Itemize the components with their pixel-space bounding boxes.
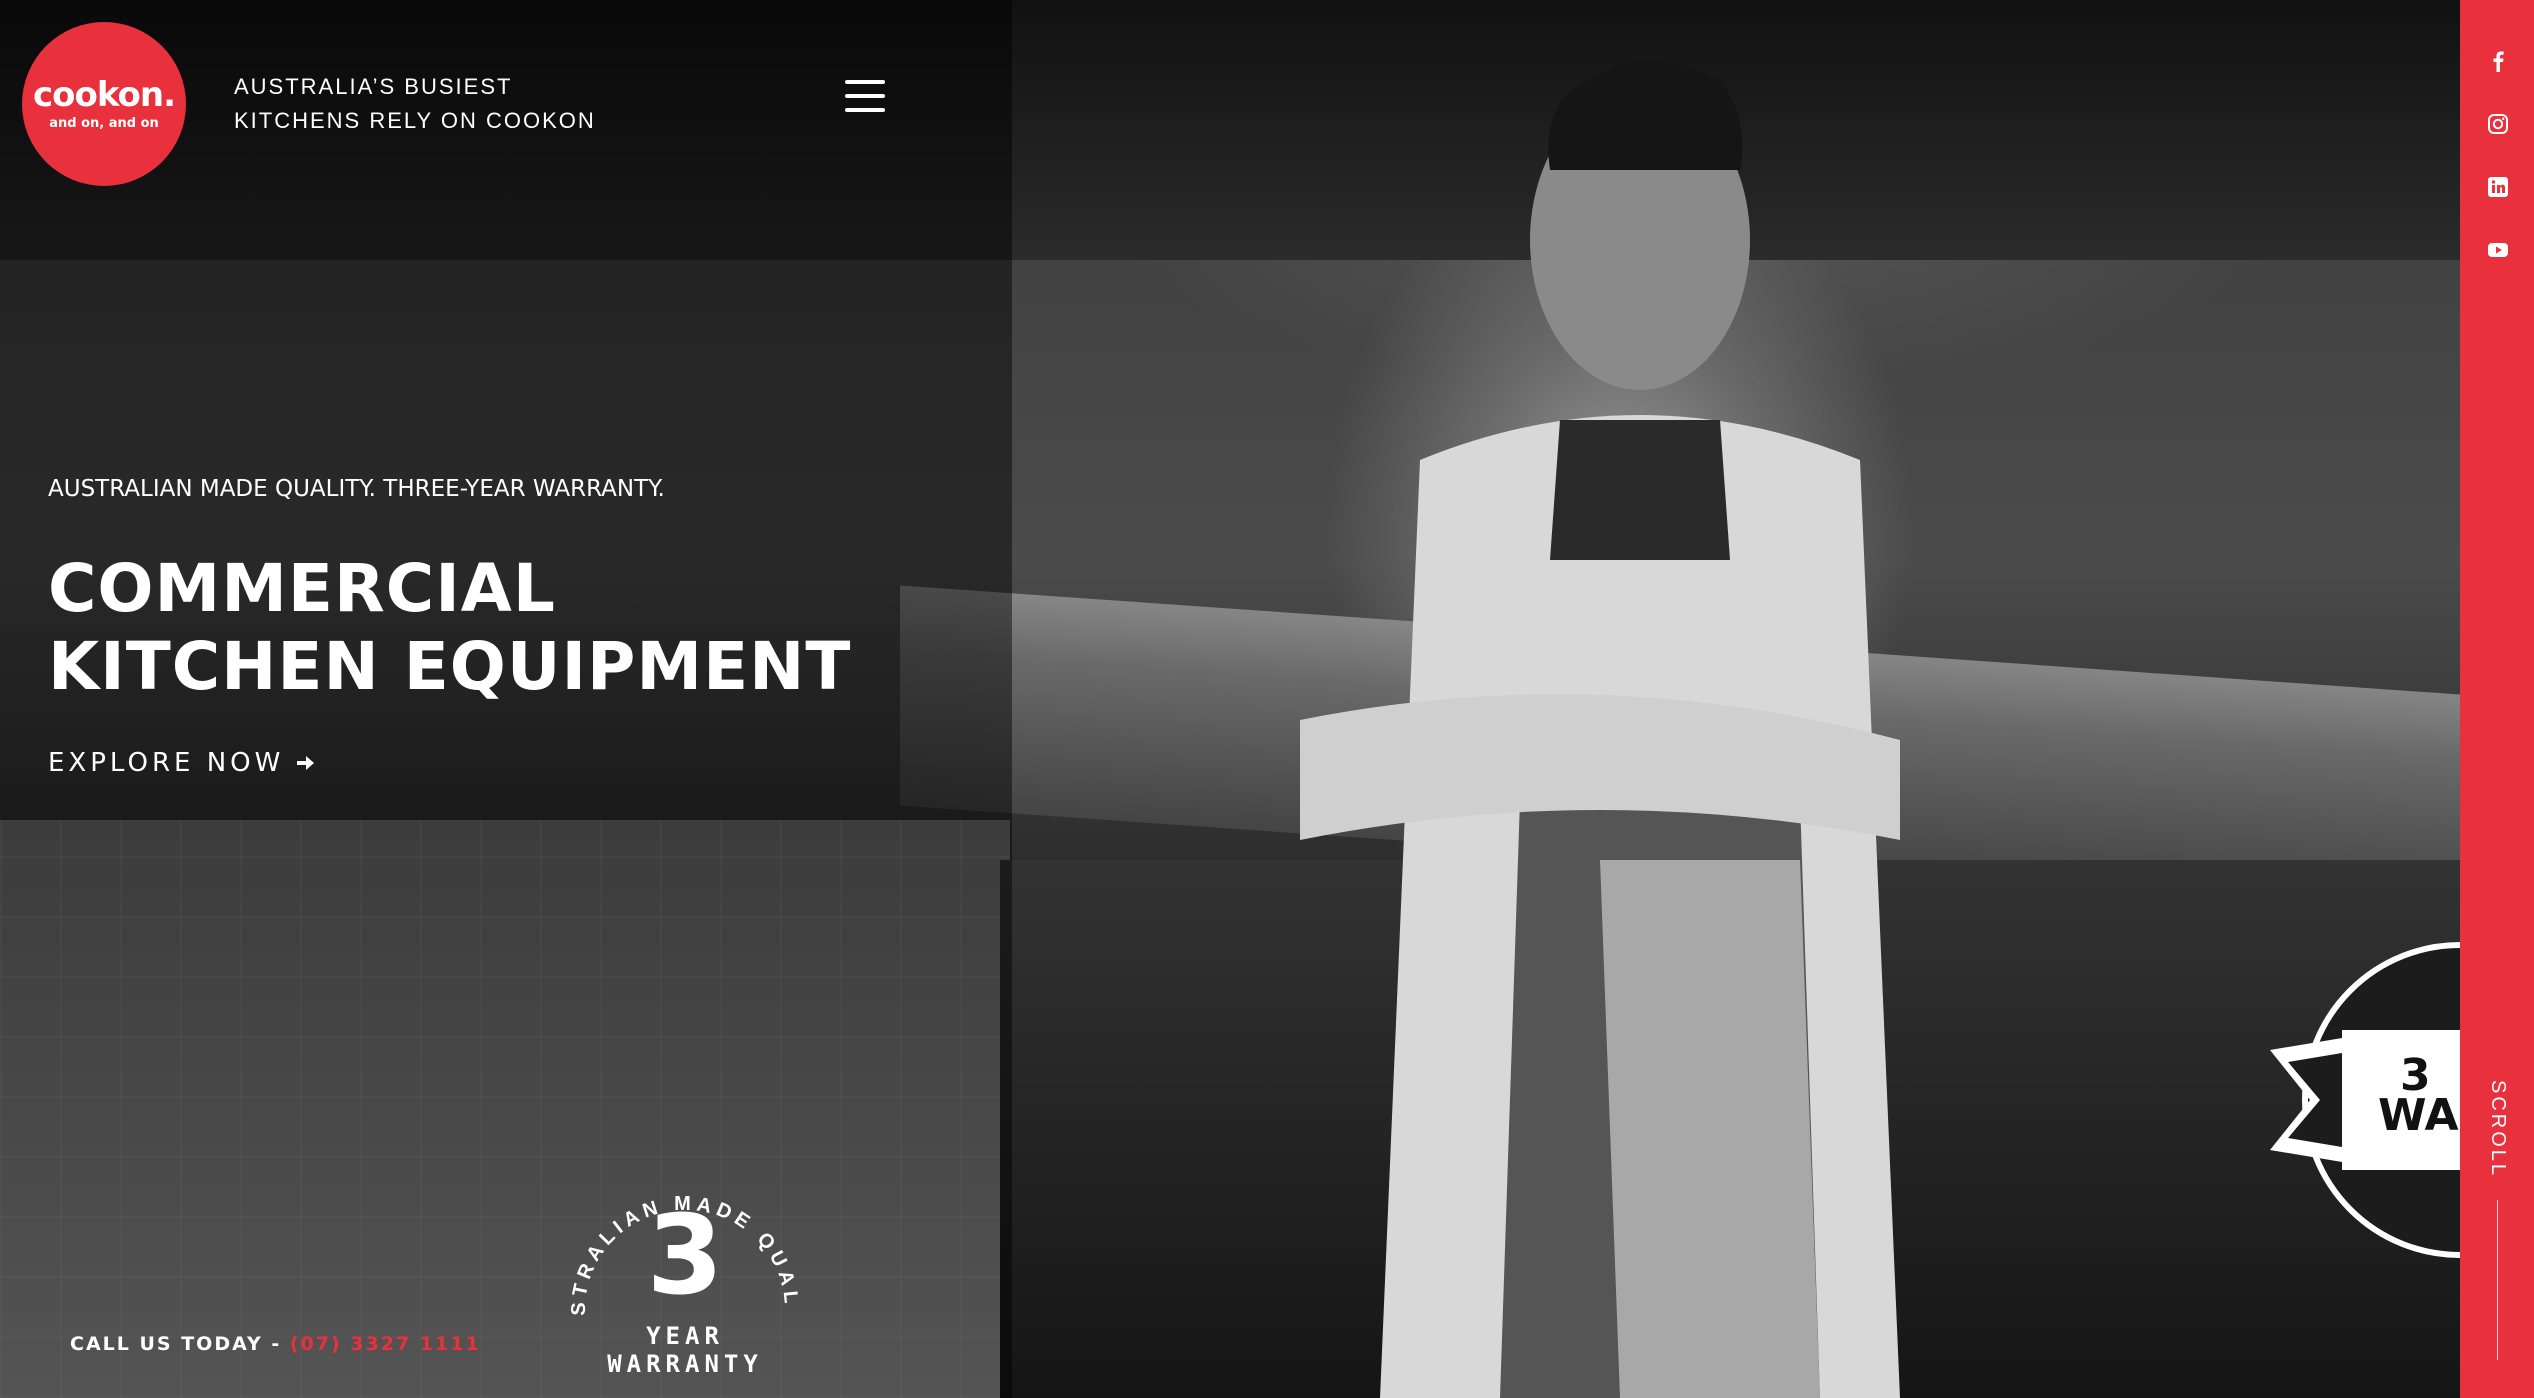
menu-button[interactable] [845,80,885,116]
header-tagline: AUSTRALIA’S BUSIEST KITCHENS RELY ON COO… [234,70,596,138]
warranty-badge-right: 3 WA [2270,940,2460,1260]
linkedin-icon[interactable] [2487,176,2509,198]
warranty-badge: AUSTRALIAN MADE QUALITY 3 YEAR WARRANTY [550,1143,810,1378]
social-sidebar: SCROLL [2460,0,2534,1398]
chef-figure [1300,60,1900,1398]
facebook-icon[interactable] [2487,50,2509,72]
explore-now-label: EXPLORE NOW [48,748,285,778]
call-us-text: CALL US TODAY - (07) 3327 1111 [70,1333,481,1355]
logo-slogan: and on, and on [49,115,159,131]
headline-line-2: KITCHEN EQUIPMENT [48,628,852,705]
phone-link[interactable]: (07) 3327 1111 [290,1333,481,1355]
tagline-line-2: KITCHENS RELY ON COOKON [234,108,596,133]
scroll-indicator-line [2497,1200,2498,1360]
badge-year-text: YEAR WARRANTY [607,1322,763,1378]
hamburger-icon [845,80,885,84]
tagline-line-1: AUSTRALIA’S BUSIEST [234,74,513,99]
hamburger-bar [845,94,885,98]
youtube-icon[interactable] [2487,239,2509,261]
arrow-right-icon [297,756,315,770]
scroll-indicator-label[interactable]: SCROLL [2486,1080,2509,1178]
hero-kicker: AUSTRALIAN MADE QUALITY. THREE-YEAR WARR… [48,476,665,502]
call-us-label: CALL US TODAY - [70,1333,290,1355]
badge-right-text: WA [2378,1090,2459,1141]
cookon-logo[interactable]: cookon. and on, and on [22,22,186,186]
logo-wordmark: cookon. [32,74,176,115]
badge-number: 3 [646,1191,724,1319]
hamburger-bar [845,108,885,112]
explore-now-link[interactable]: EXPLORE NOW [48,748,316,778]
hero-headline: COMMERCIAL KITCHEN EQUIPMENT [48,550,851,706]
instagram-icon[interactable] [2487,113,2509,135]
headline-line-1: COMMERCIAL [48,550,556,627]
